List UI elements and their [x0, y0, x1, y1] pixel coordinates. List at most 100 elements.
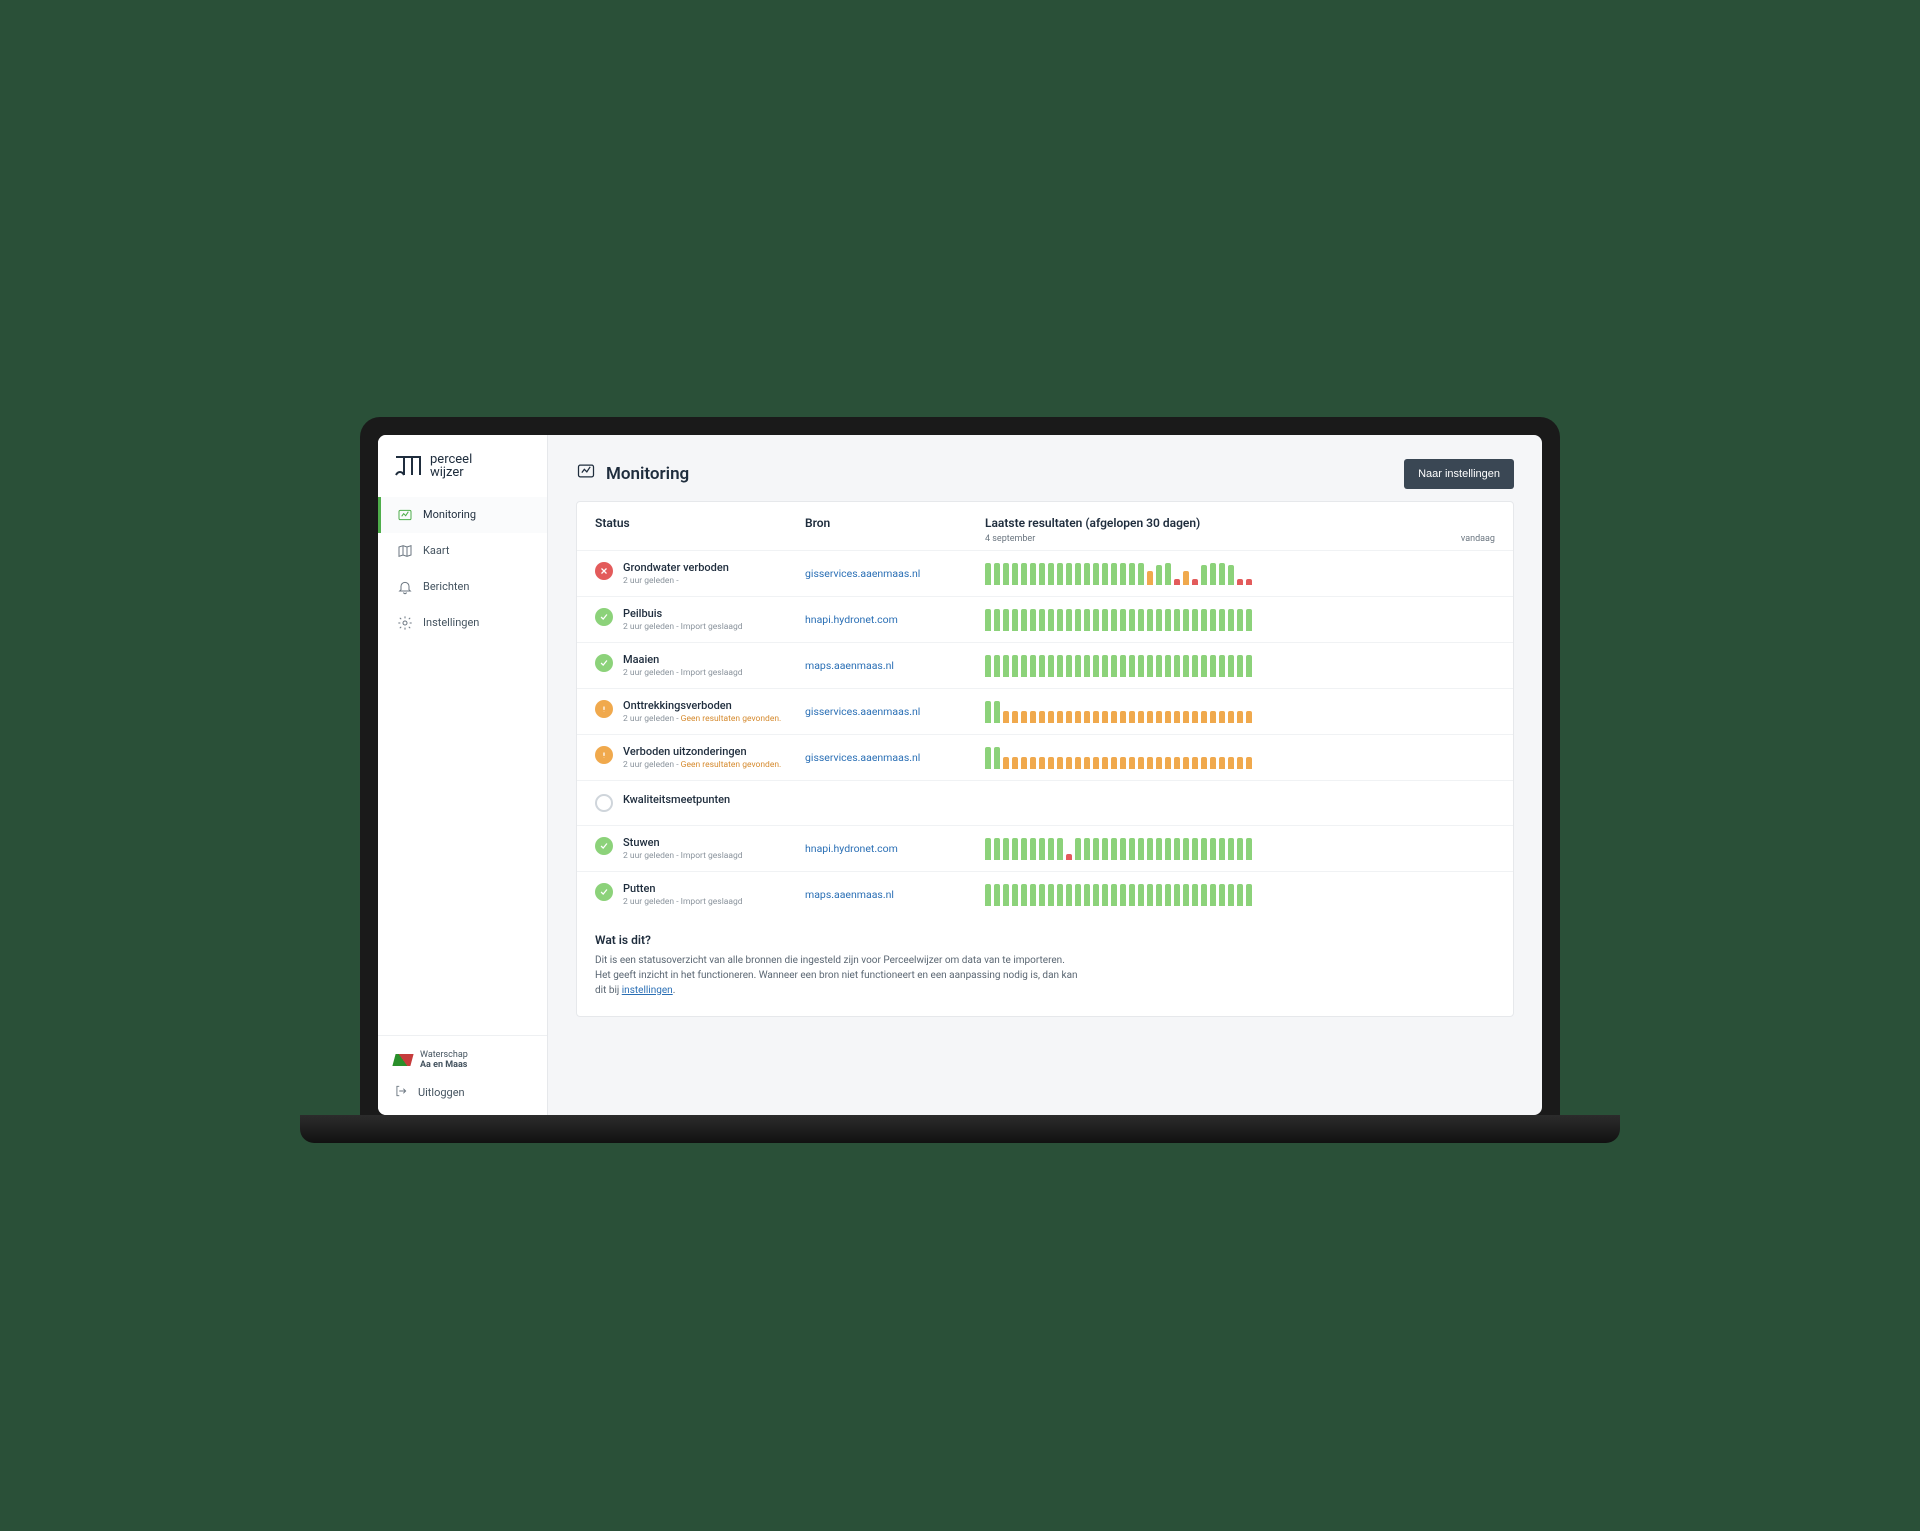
- result-bar: [1129, 838, 1135, 860]
- result-bar: [1057, 609, 1063, 631]
- result-bar: [1120, 884, 1126, 906]
- result-bar: [1057, 711, 1063, 723]
- settings-button[interactable]: Naar instellingen: [1404, 459, 1514, 489]
- result-bar: [985, 563, 991, 585]
- page-title: Monitoring: [576, 461, 689, 486]
- status-text: Grondwater verboden2 uur geleden -: [623, 561, 729, 586]
- result-bar: [1165, 884, 1171, 906]
- date-range: 4 september vandaag: [985, 534, 1495, 544]
- result-bar: [1210, 609, 1216, 631]
- bron-link[interactable]: gisservices.aaenmaas.nl: [805, 705, 975, 718]
- status-badge-ok: [595, 608, 613, 626]
- result-bar: [1021, 838, 1027, 860]
- result-bar: [1210, 757, 1216, 769]
- result-bar: [1075, 609, 1081, 631]
- row-title: Putten: [623, 882, 743, 895]
- result-bar: [1237, 579, 1243, 585]
- nav-item-instellingen[interactable]: Instellingen: [378, 605, 547, 641]
- result-bar: [1147, 711, 1153, 723]
- result-bar: [1192, 579, 1198, 585]
- result-bar: [1084, 655, 1090, 677]
- result-bar: [1111, 884, 1117, 906]
- result-bar: [1201, 838, 1207, 860]
- result-bar: [1021, 655, 1027, 677]
- result-bar: [1093, 884, 1099, 906]
- table-row: Onttrekkingsverboden2 uur geleden - Geen…: [577, 688, 1513, 734]
- result-bar: [1219, 655, 1225, 677]
- result-bar: [1102, 884, 1108, 906]
- bron-link[interactable]: maps.aaenmaas.nl: [805, 659, 975, 672]
- result-bar: [1192, 838, 1198, 860]
- sidebar-nav: MonitoringKaartBerichtenInstellingen: [378, 493, 547, 1035]
- result-bar: [994, 838, 1000, 860]
- result-bar: [1138, 655, 1144, 677]
- nav-item-monitoring[interactable]: Monitoring: [378, 497, 547, 533]
- bron-link[interactable]: maps.aaenmaas.nl: [805, 888, 975, 901]
- bron-link[interactable]: hnapi.hydronet.com: [805, 842, 975, 855]
- result-bar: [1147, 571, 1153, 585]
- result-bar: [1093, 563, 1099, 585]
- monitoring-icon: [576, 461, 596, 486]
- result-bar: [1012, 655, 1018, 677]
- result-bar: [1030, 711, 1036, 723]
- org-prefix: Waterschap: [420, 1050, 468, 1060]
- result-bar: [1021, 884, 1027, 906]
- result-bar: [1120, 711, 1126, 723]
- bell-icon: [397, 579, 413, 595]
- table-row: Kwaliteitsmeetpunten: [577, 780, 1513, 825]
- result-bar: [1039, 838, 1045, 860]
- result-bar: [1138, 757, 1144, 769]
- result-bar: [1030, 563, 1036, 585]
- result-bar: [1156, 838, 1162, 860]
- result-bar: [1246, 757, 1252, 769]
- result-bar: [1075, 884, 1081, 906]
- result-bar: [1084, 563, 1090, 585]
- result-bar: [1210, 711, 1216, 723]
- table-row: Verboden uitzonderingen2 uur geleden - G…: [577, 734, 1513, 780]
- result-bar: [1048, 711, 1054, 723]
- result-bar: [1210, 884, 1216, 906]
- result-bar: [1093, 838, 1099, 860]
- bron-link[interactable]: hnapi.hydronet.com: [805, 613, 975, 626]
- result-bar: [1057, 757, 1063, 769]
- result-bar: [1228, 757, 1234, 769]
- info-link[interactable]: instellingen: [622, 985, 673, 996]
- result-bar: [1093, 655, 1099, 677]
- result-bar: [1039, 609, 1045, 631]
- result-bar: [1102, 838, 1108, 860]
- result-bar: [1129, 884, 1135, 906]
- page-title-text: Monitoring: [606, 464, 689, 484]
- gear-icon: [397, 615, 413, 631]
- result-bar: [1219, 711, 1225, 723]
- result-bar: [1138, 884, 1144, 906]
- result-bar: [1147, 884, 1153, 906]
- bron-link[interactable]: gisservices.aaenmaas.nl: [805, 567, 975, 580]
- result-bar: [1219, 563, 1225, 585]
- result-bar: [1075, 563, 1081, 585]
- nav-item-kaart[interactable]: Kaart: [378, 533, 547, 569]
- result-bar: [1093, 711, 1099, 723]
- result-bar: [1030, 838, 1036, 860]
- info-block: Wat is dit? Dit is een statusoverzicht v…: [577, 917, 1097, 1016]
- nav-item-berichten[interactable]: Berichten: [378, 569, 547, 605]
- result-bar: [1030, 655, 1036, 677]
- result-bar: [1228, 711, 1234, 723]
- result-bar: [1048, 563, 1054, 585]
- table-row: Stuwen2 uur geleden - Import geslaagdhna…: [577, 825, 1513, 871]
- result-bar: [1156, 757, 1162, 769]
- result-bar: [1048, 609, 1054, 631]
- status-text: Maaien2 uur geleden - Import geslaagd: [623, 653, 743, 678]
- result-bar: [1237, 609, 1243, 631]
- logout-button[interactable]: Uitloggen: [394, 1084, 531, 1101]
- result-bar: [1174, 711, 1180, 723]
- result-bar: [1057, 884, 1063, 906]
- sidebar-footer: Waterschap Aa en Maas Uitloggen: [378, 1035, 547, 1115]
- org-logo-icon: [392, 1054, 413, 1066]
- bron-link[interactable]: gisservices.aaenmaas.nl: [805, 751, 975, 764]
- result-bar: [1111, 609, 1117, 631]
- result-bar: [1075, 757, 1081, 769]
- result-bar: [1129, 563, 1135, 585]
- result-bar: [1084, 609, 1090, 631]
- result-bar: [1156, 711, 1162, 723]
- result-bar: [1066, 854, 1072, 860]
